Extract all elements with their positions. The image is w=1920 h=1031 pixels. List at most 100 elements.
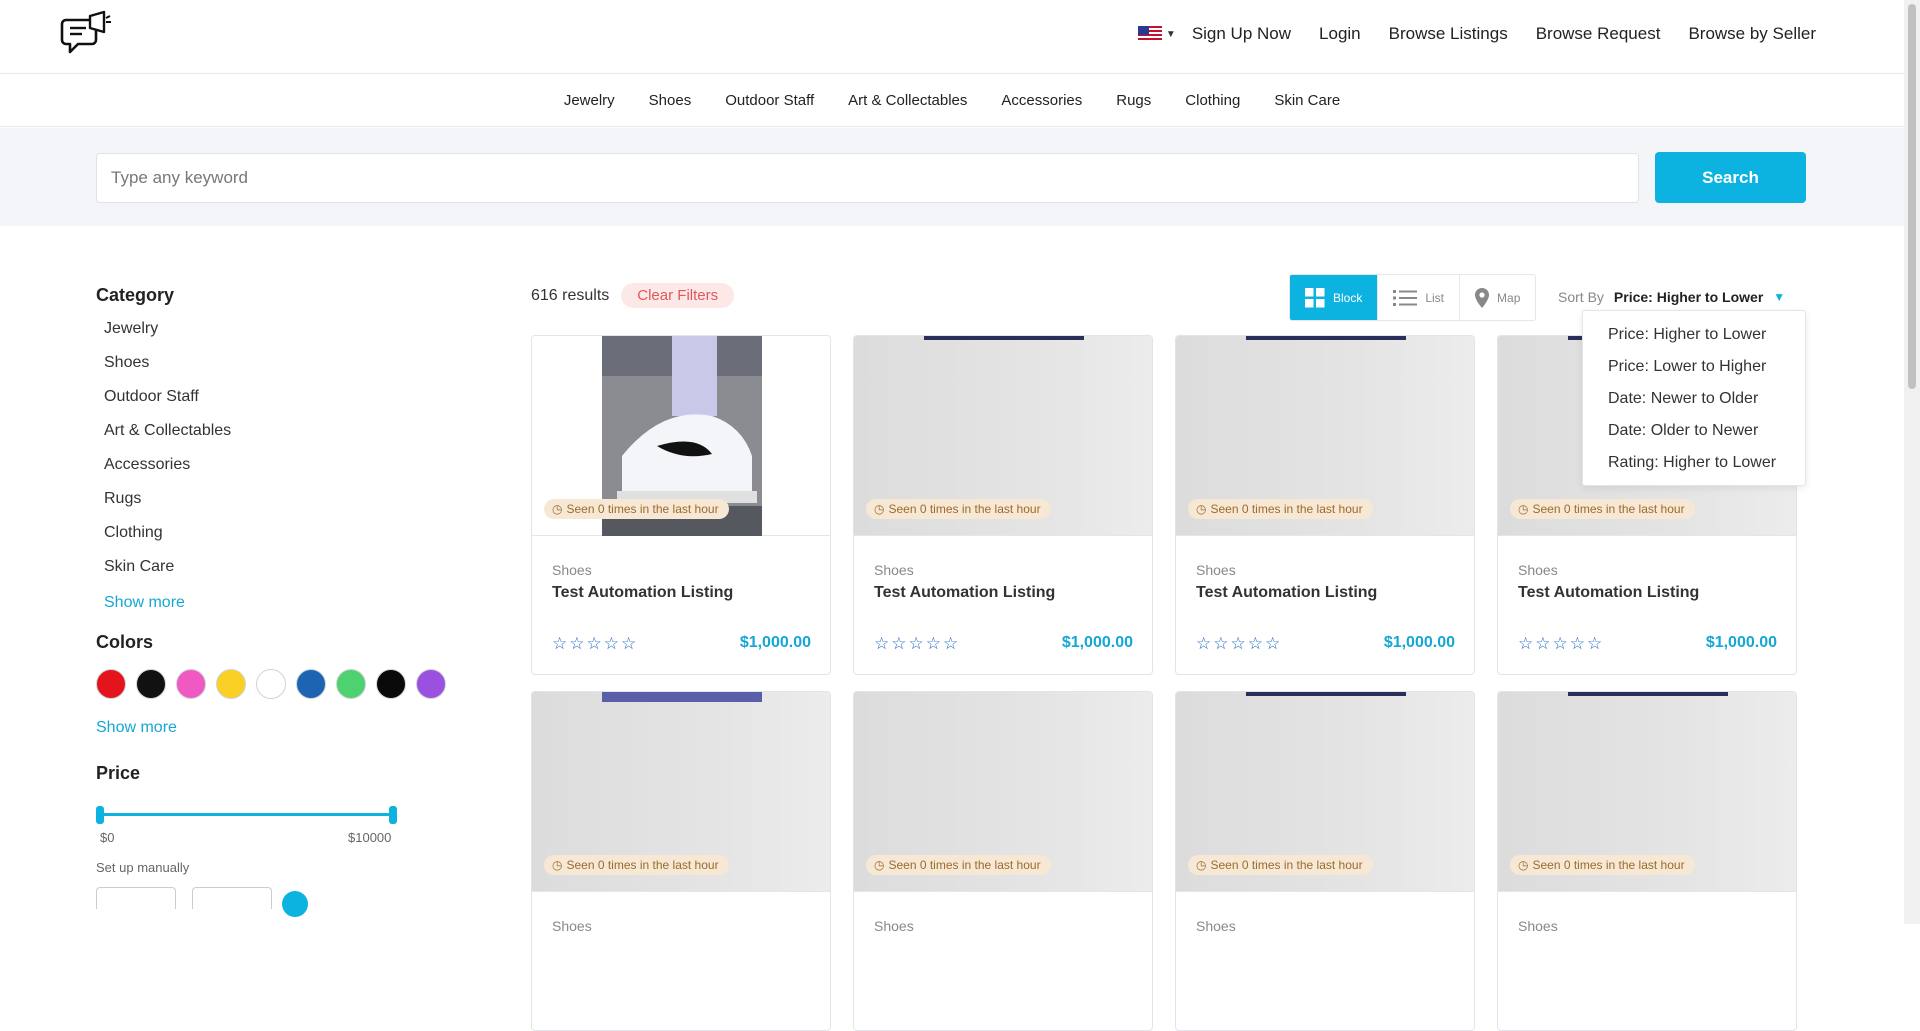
listing-title[interactable]: Test Automation Listing	[552, 584, 733, 602]
category-item-accessories[interactable]: Accessories	[104, 454, 456, 488]
search-input[interactable]	[96, 153, 1639, 203]
category-item-rugs[interactable]: Rugs	[104, 488, 456, 522]
price-min-input[interactable]	[96, 887, 176, 909]
color-swatch-blue[interactable]	[296, 669, 326, 699]
category-bar-item-clothing[interactable]: Clothing	[1185, 92, 1240, 109]
listing-price: $1,000.00	[1383, 634, 1455, 651]
listing-title[interactable]: Test Automation Listing	[874, 584, 1055, 602]
listing-title[interactable]: Test Automation Listing	[1518, 584, 1699, 602]
clock-icon: ◷	[1196, 858, 1207, 872]
nav-login[interactable]: Login	[1319, 24, 1361, 44]
category-item-clothing[interactable]: Clothing	[104, 522, 456, 556]
category-bar-item-accessories[interactable]: Accessories	[1001, 92, 1082, 109]
language-selector[interactable]: ▼	[1137, 26, 1176, 42]
clear-filters-button[interactable]: Clear Filters	[621, 283, 735, 308]
color-swatch-purple[interactable]	[416, 669, 446, 699]
apply-price-button[interactable]	[282, 891, 308, 917]
clock-icon: ◷	[874, 858, 885, 872]
seen-badge: ◷ Seen 0 times in the last hour	[1510, 855, 1695, 875]
listing-card[interactable]: ◷ Seen 0 times in the last hour Shoes Te…	[1175, 335, 1475, 675]
image-edge	[1568, 692, 1728, 696]
category-bar-item-rugs[interactable]: Rugs	[1116, 92, 1151, 109]
price-max-input[interactable]	[192, 887, 272, 909]
page-scrollbar[interactable]	[1904, 0, 1920, 924]
color-swatch-green[interactable]	[336, 669, 366, 699]
view-map-button[interactable]: Map	[1460, 275, 1535, 320]
category-item-skin-care[interactable]: Skin Care	[104, 556, 456, 590]
seen-badge: ◷ Seen 0 times in the last hour	[544, 499, 729, 519]
price-min-label: $0	[100, 830, 115, 845]
us-flag-icon	[1137, 26, 1162, 42]
listing-card[interactable]: ◷ Seen 0 times in the last hour Shoes	[1175, 691, 1475, 1031]
listing-image[interactable]: ◷ Seen 0 times in the last hour	[854, 692, 1152, 892]
view-list-button[interactable]: List	[1378, 275, 1461, 320]
color-swatch-yellow[interactable]	[216, 669, 246, 699]
top-nav: ▼ Sign Up Now Login Browse Listings Brow…	[1137, 24, 1816, 44]
sort-option-price-low-high[interactable]: Price: Lower to Higher	[1583, 351, 1805, 383]
category-bar-item-outdoor-staff[interactable]: Outdoor Staff	[725, 92, 814, 109]
seen-text: Seen 0 times in the last hour	[888, 502, 1041, 516]
listing-category: Shoes	[1196, 562, 1236, 578]
colors-title: Colors	[96, 632, 154, 652]
listing-card[interactable]: ◷ Seen 0 times in the last hour Shoes	[1497, 691, 1797, 1031]
scrollbar-thumb[interactable]	[1908, 4, 1916, 389]
nav-browse-by-seller[interactable]: Browse by Seller	[1688, 24, 1816, 44]
category-item-jewelry[interactable]: Jewelry	[104, 318, 456, 352]
listing-title[interactable]: Test Automation Listing	[1196, 584, 1377, 602]
listing-image[interactable]: ◷ Seen 0 times in the last hour	[532, 692, 830, 892]
sort-option-price-high-low[interactable]: Price: Higher to Lower	[1583, 319, 1805, 351]
category-bar-item-skin-care[interactable]: Skin Care	[1274, 92, 1340, 109]
clock-icon: ◷	[552, 502, 563, 516]
color-swatch-white[interactable]	[256, 669, 286, 699]
category-bar-item-jewelry[interactable]: Jewelry	[564, 92, 615, 109]
color-swatch-black-2[interactable]	[376, 669, 406, 699]
seen-text: Seen 0 times in the last hour	[566, 858, 719, 872]
listing-image[interactable]: ◷ Seen 0 times in the last hour	[1498, 692, 1796, 892]
view-block-button[interactable]: Block	[1290, 275, 1379, 320]
sort-option-rating-high-low[interactable]: Rating: Higher to Lower	[1583, 447, 1805, 479]
price-slider-max-handle[interactable]	[389, 806, 397, 824]
listing-image[interactable]: ◷ Seen 0 times in the last hour	[532, 336, 830, 536]
price-slider-min-handle[interactable]	[96, 806, 104, 824]
search-button[interactable]: Search	[1655, 152, 1806, 203]
color-swatches	[96, 669, 456, 699]
listing-image[interactable]: ◷ Seen 0 times in the last hour	[1176, 336, 1474, 536]
seen-badge: ◷ Seen 0 times in the last hour	[1188, 499, 1373, 519]
listing-image[interactable]: ◷ Seen 0 times in the last hour	[1176, 692, 1474, 892]
categories-show-more-link[interactable]: Show more	[104, 594, 185, 612]
sort-option-date-old-new[interactable]: Date: Older to Newer	[1583, 415, 1805, 447]
listing-card[interactable]: ◷ Seen 0 times in the last hour Shoes Te…	[531, 335, 831, 675]
rating-stars: ☆☆☆☆☆	[874, 634, 961, 653]
color-swatch-black[interactable]	[136, 669, 166, 699]
sort-option-date-new-old[interactable]: Date: Newer to Older	[1583, 383, 1805, 415]
megaphone-chat-logo[interactable]	[60, 10, 112, 62]
rating-stars: ☆☆☆☆☆	[552, 634, 639, 653]
listing-category: Shoes	[874, 918, 914, 934]
view-list-label: List	[1425, 290, 1445, 305]
nav-browse-listings[interactable]: Browse Listings	[1389, 24, 1508, 44]
colors-show-more-link[interactable]: Show more	[96, 719, 177, 737]
color-swatch-pink[interactable]	[176, 669, 206, 699]
nav-browse-request[interactable]: Browse Request	[1536, 24, 1661, 44]
category-item-shoes[interactable]: Shoes	[104, 352, 456, 386]
grid-icon	[1305, 287, 1325, 307]
seen-text: Seen 0 times in the last hour	[566, 502, 719, 516]
category-item-outdoor-staff[interactable]: Outdoor Staff	[104, 386, 456, 420]
nav-sign-up[interactable]: Sign Up Now	[1192, 24, 1291, 44]
listing-card[interactable]: ◷ Seen 0 times in the last hour Shoes Te…	[853, 335, 1153, 675]
listing-card[interactable]: ◷ Seen 0 times in the last hour Shoes	[853, 691, 1153, 1031]
category-bar-item-shoes[interactable]: Shoes	[649, 92, 692, 109]
sort-by[interactable]: Sort By Price: Higher to Lower ▼	[1558, 289, 1785, 305]
listing-card[interactable]: ◷ Seen 0 times in the last hour Shoes	[531, 691, 831, 1031]
listing-category: Shoes	[1518, 918, 1558, 934]
price-max-label: $10000	[348, 830, 392, 845]
sort-by-value[interactable]: Price: Higher to Lower	[1614, 289, 1763, 305]
price-slider-track[interactable]	[99, 813, 392, 816]
results-count: 616 results	[531, 286, 610, 304]
category-bar-item-art[interactable]: Art & Collectables	[848, 92, 967, 109]
image-edge	[1246, 336, 1406, 340]
listing-image[interactable]: ◷ Seen 0 times in the last hour	[854, 336, 1152, 536]
color-swatch-red[interactable]	[96, 669, 126, 699]
category-item-art[interactable]: Art & Collectables	[104, 420, 456, 454]
list-icon	[1393, 289, 1418, 306]
